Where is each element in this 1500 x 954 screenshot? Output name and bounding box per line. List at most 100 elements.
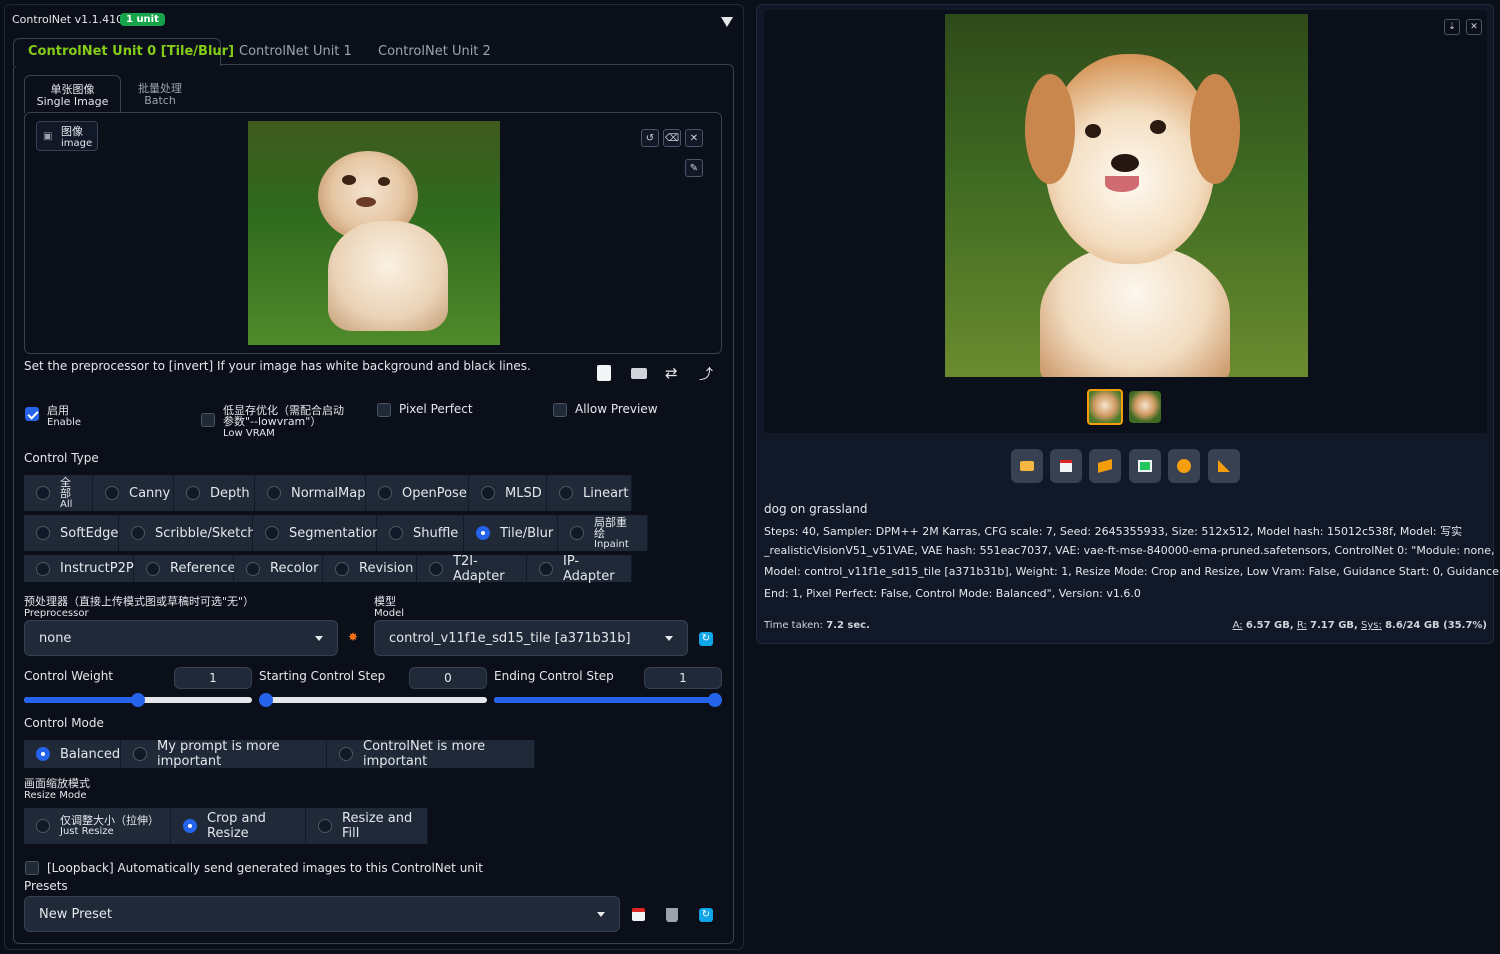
image-label-cn: 图像 bbox=[61, 125, 83, 138]
send-to-img2img-icon[interactable] bbox=[1129, 449, 1161, 483]
control-type-t2i-adapter[interactable]: T2I-Adapter bbox=[417, 553, 527, 584]
collapse-toggle-icon[interactable] bbox=[721, 17, 733, 27]
zip-icon[interactable] bbox=[1089, 449, 1121, 483]
starting-step-handle[interactable] bbox=[259, 693, 273, 707]
starting-step-slider[interactable] bbox=[259, 693, 487, 707]
close-icon[interactable]: ✕ bbox=[685, 129, 703, 147]
enable-label-cn: 启用 bbox=[47, 404, 69, 417]
preprocessor-label-cn: 预处理器（直接上传模式图或草稿时可选"无"） bbox=[24, 595, 255, 608]
send-dimensions-icon[interactable]: ⤴ bbox=[699, 364, 713, 384]
control-type-softedge[interactable]: SoftEdge bbox=[24, 515, 119, 551]
control-mode-controlnet[interactable]: ControlNet is more important bbox=[327, 739, 535, 769]
tab-unit-1[interactable]: ControlNet Unit 1 bbox=[239, 44, 352, 59]
control-type-all[interactable]: 全部 All bbox=[24, 475, 93, 511]
memory-sys-label: Sys: bbox=[1361, 620, 1382, 631]
image-label-box: ▣ 图像 image bbox=[36, 121, 98, 151]
thumbnail-2[interactable] bbox=[1129, 391, 1161, 423]
memory-a-value: 6.57 GB, bbox=[1245, 620, 1294, 631]
control-type-all-en: All bbox=[60, 498, 73, 510]
starting-step-input[interactable]: 0 bbox=[409, 667, 487, 689]
control-weight-fill bbox=[24, 697, 138, 703]
resize-crop-and-resize[interactable]: Crop and Resize bbox=[171, 808, 306, 844]
control-type-ip-adapter[interactable]: IP-Adapter bbox=[527, 554, 632, 584]
resize-mode-label-cn: 画面缩放模式 bbox=[24, 777, 90, 790]
ending-step-slider[interactable] bbox=[494, 693, 722, 707]
control-type-normalmap[interactable]: NormalMap bbox=[255, 475, 366, 511]
control-type-segmentation[interactable]: Segmentation bbox=[253, 515, 381, 551]
control-type-tile-blur[interactable]: Tile/Blur bbox=[464, 515, 558, 551]
refresh-models-icon[interactable]: ↻ bbox=[699, 632, 713, 646]
control-weight-input[interactable]: 1 bbox=[174, 667, 252, 689]
low-vram-checkbox[interactable] bbox=[201, 413, 215, 427]
control-type-inpaint-cn: 局部重绘 bbox=[594, 515, 627, 540]
allow-preview-checkbox[interactable] bbox=[553, 403, 567, 417]
tab-unit-2[interactable]: ControlNet Unit 2 bbox=[378, 44, 491, 59]
swap-icon[interactable]: ⇄ bbox=[665, 364, 678, 382]
refresh-presets-icon[interactable]: ↻ bbox=[699, 908, 713, 922]
control-type-t2i-adapter-label: T2I-Adapter bbox=[453, 553, 505, 584]
control-weight-slider[interactable] bbox=[24, 693, 252, 707]
pixel-perfect-label: Pixel Perfect bbox=[399, 402, 473, 416]
output-prompt: dog on grassland bbox=[764, 502, 868, 516]
control-mode-prompt[interactable]: My prompt is more important bbox=[121, 739, 327, 769]
pixel-perfect-checkbox[interactable] bbox=[377, 403, 391, 417]
control-type-instructp2p[interactable]: InstructP2P bbox=[24, 555, 134, 582]
loopback-checkbox[interactable] bbox=[25, 861, 39, 875]
low-vram-label-en: Low VRAM bbox=[223, 428, 275, 439]
eraser-icon[interactable]: ⌫ bbox=[663, 129, 681, 147]
download-icon[interactable]: ⇣ bbox=[1444, 19, 1460, 35]
tab-single-image[interactable]: 单张图像 Single Image bbox=[24, 75, 121, 113]
unit-count-badge: 1 unit bbox=[120, 13, 165, 26]
tab-unit-0[interactable]: ControlNet Unit 0 [Tile/Blur] bbox=[13, 38, 234, 66]
control-type-reference[interactable]: Reference bbox=[134, 555, 235, 582]
folder-icon[interactable] bbox=[1011, 449, 1043, 483]
resize-just-resize-cn: 仅调整大小（拉伸） bbox=[60, 814, 159, 827]
camera-icon[interactable] bbox=[631, 368, 647, 379]
thumbnail-1[interactable] bbox=[1087, 389, 1123, 425]
control-type-mlsd[interactable]: MLSD bbox=[469, 475, 547, 511]
preprocessor-value: none bbox=[39, 630, 72, 646]
tab-unit-0-label: ControlNet Unit 0 [Tile/Blur] bbox=[28, 44, 235, 59]
delete-preset-icon[interactable] bbox=[666, 908, 678, 922]
control-type-revision[interactable]: Revision bbox=[323, 555, 417, 582]
extras-icon[interactable] bbox=[1208, 449, 1240, 483]
brush-icon[interactable]: ✎ bbox=[685, 159, 703, 177]
generation-info-line-3: Model: control_v11f1e_sd15_tile [a371b31… bbox=[764, 565, 1499, 578]
presets-label: Presets bbox=[24, 879, 68, 893]
generated-dog-image[interactable] bbox=[945, 14, 1308, 377]
resize-and-fill[interactable]: Resize and Fill bbox=[306, 808, 428, 844]
control-type-depth[interactable]: Depth bbox=[174, 475, 255, 511]
ending-step-handle[interactable] bbox=[708, 693, 722, 707]
new-canvas-icon[interactable] bbox=[597, 365, 611, 381]
control-weight-handle[interactable] bbox=[131, 693, 145, 707]
control-type-openpose[interactable]: OpenPose bbox=[366, 475, 469, 511]
control-mode-balanced-label: Balanced bbox=[60, 746, 121, 762]
resize-just-resize[interactable]: 仅调整大小（拉伸） Just Resize bbox=[24, 808, 171, 844]
enable-checkbox[interactable] bbox=[25, 407, 39, 421]
enable-label-en: Enable bbox=[47, 417, 82, 428]
preset-select[interactable]: New Preset bbox=[24, 896, 620, 932]
save-preset-icon[interactable] bbox=[632, 908, 645, 921]
preprocessor-select[interactable]: none bbox=[24, 620, 338, 656]
close-gallery-icon[interactable]: ✕ bbox=[1466, 19, 1482, 35]
control-type-segmentation-label: Segmentation bbox=[289, 525, 381, 541]
tab-batch[interactable]: 批量处理 Batch bbox=[128, 83, 192, 107]
control-type-scribble[interactable]: Scribble/Sketch bbox=[119, 515, 256, 551]
control-type-shuffle-label: Shuffle bbox=[413, 525, 459, 541]
control-mode-balanced[interactable]: Balanced bbox=[24, 740, 121, 768]
save-icon[interactable] bbox=[1050, 449, 1082, 483]
control-type-lineart[interactable]: Lineart bbox=[547, 475, 632, 511]
model-select[interactable]: control_v11f1e_sd15_tile [a371b31b] bbox=[374, 620, 688, 656]
control-type-inpaint[interactable]: 局部重绘 Inpaint bbox=[558, 515, 648, 551]
low-vram-label-cn2: 参数"--lowvram"） bbox=[223, 415, 322, 428]
run-preprocessor-icon[interactable]: ✸ bbox=[348, 630, 358, 644]
control-type-shuffle[interactable]: Shuffle bbox=[377, 515, 464, 551]
control-type-recolor[interactable]: Recolor bbox=[234, 555, 323, 582]
send-to-inpaint-icon[interactable] bbox=[1168, 449, 1200, 483]
control-type-canny[interactable]: Canny bbox=[93, 475, 174, 511]
preprocessor-label-en: Preprocessor bbox=[24, 608, 89, 619]
undo-icon[interactable]: ↺ bbox=[641, 129, 659, 147]
ending-step-input[interactable]: 1 bbox=[644, 667, 722, 689]
resize-and-fill-label: Resize and Fill bbox=[342, 811, 413, 841]
image-icon: ▣ bbox=[43, 131, 53, 142]
